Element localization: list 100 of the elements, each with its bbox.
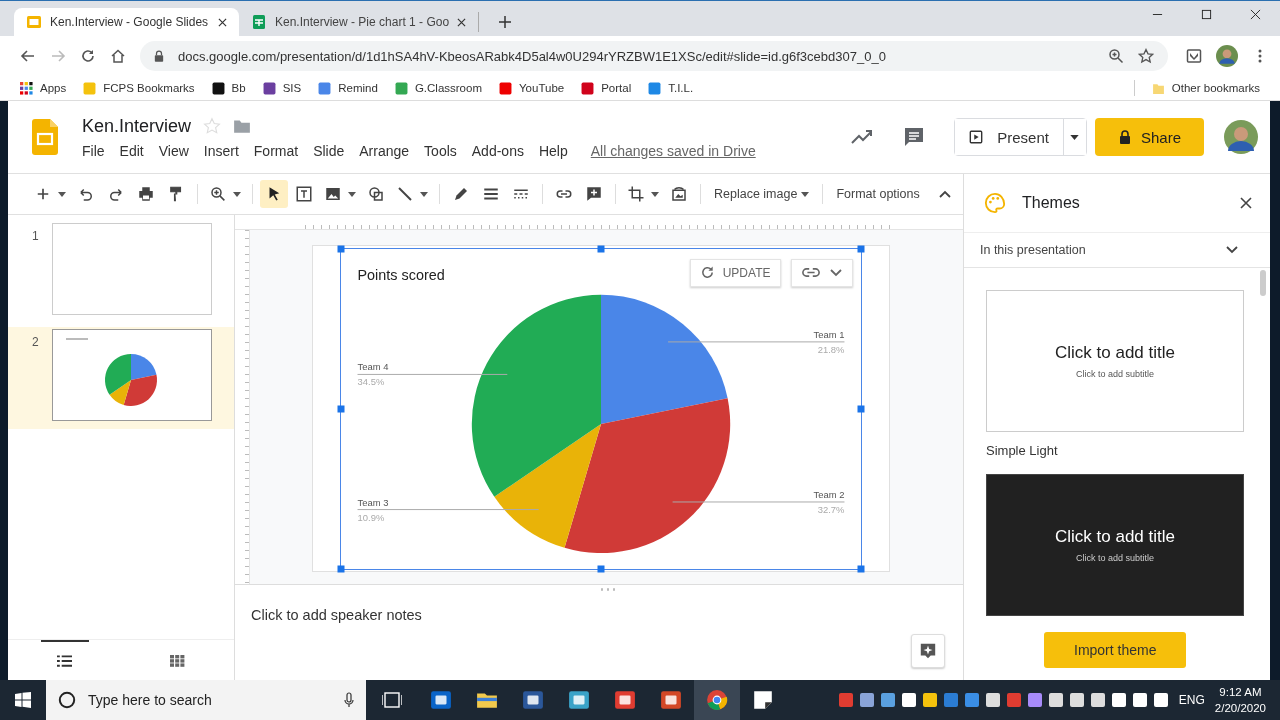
resize-handle[interactable] xyxy=(857,245,864,252)
task-view-icon[interactable] xyxy=(382,692,402,708)
search-field[interactable]: Type here to search xyxy=(86,691,334,709)
menu-item[interactable]: Insert xyxy=(203,142,239,159)
replace-image-dropdown[interactable]: Replace image xyxy=(708,187,816,201)
slide-thumbnail-row[interactable]: 1 xyxy=(8,221,234,323)
menu-item[interactable]: Format xyxy=(253,142,299,159)
bookmark[interactable]: G.Classroom xyxy=(394,81,482,95)
maximize-icon[interactable] xyxy=(1201,9,1212,20)
avatar-icon[interactable] xyxy=(1224,120,1258,154)
theme-preview[interactable]: Click to add title Click to add subtitle xyxy=(986,474,1244,616)
resize-handle[interactable] xyxy=(857,565,864,572)
document-title[interactable]: Ken.Interview xyxy=(82,115,192,137)
update-button[interactable]: UPDATE xyxy=(689,258,781,287)
snagit-app-icon xyxy=(614,689,636,711)
back-icon[interactable] xyxy=(20,48,36,64)
collapse-icon[interactable] xyxy=(939,190,951,198)
lock-icon xyxy=(154,50,164,62)
bookmark[interactable]: T.I.L. xyxy=(648,81,694,95)
theme-filter-dropdown[interactable]: In this presentation xyxy=(964,232,1270,268)
browser-tab[interactable]: Ken.Interview - Google Slides xyxy=(14,8,239,36)
bookmark[interactable]: Portal xyxy=(581,81,632,95)
home-icon[interactable] xyxy=(110,48,126,64)
bookmark-icon xyxy=(394,81,408,95)
play-icon xyxy=(969,130,984,144)
sheets-icon xyxy=(251,14,267,30)
pie-slice[interactable] xyxy=(564,397,730,553)
taskbar-search-bar[interactable]: Type here to search xyxy=(46,680,366,720)
pie-slice[interactable] xyxy=(493,423,601,548)
caret-icon xyxy=(1070,134,1080,140)
legend-label: Team 4 xyxy=(357,360,388,372)
close-icon[interactable] xyxy=(218,17,227,27)
search-icon xyxy=(58,691,76,709)
language-indicator[interactable]: ENG xyxy=(1178,693,1205,707)
resize-handle[interactable] xyxy=(597,565,604,572)
clock-time[interactable]: 9:12 AM xyxy=(1219,684,1262,700)
pie-slice[interactable] xyxy=(600,294,728,424)
resize-handle[interactable] xyxy=(337,565,344,572)
zoom-icon[interactable] xyxy=(1108,48,1124,64)
scrollbar[interactable] xyxy=(1260,270,1266,296)
resize-handle[interactable] xyxy=(597,245,604,252)
caret-icon xyxy=(801,191,810,197)
print-icon xyxy=(137,185,155,203)
menu-item[interactable]: Edit xyxy=(119,142,144,159)
bookmark[interactable]: YouTube xyxy=(499,81,565,95)
menu-item[interactable]: Add-ons xyxy=(471,142,524,159)
select-tool-button[interactable] xyxy=(260,180,288,208)
resize-handle[interactable] xyxy=(337,405,344,412)
textbox-icon xyxy=(295,185,313,203)
bookmark[interactable]: FCPS Bookmarks xyxy=(83,81,195,95)
bookmark[interactable]: Bb xyxy=(211,81,246,95)
explore-button[interactable] xyxy=(911,634,945,668)
menu-item[interactable]: Tools xyxy=(424,142,457,159)
star-icon[interactable] xyxy=(1138,48,1154,64)
browser-tab[interactable]: Ken.Interview - Pie chart 1 - Goo xyxy=(239,12,480,32)
new-tab-icon[interactable] xyxy=(499,16,512,28)
bookmark[interactable]: Apps xyxy=(20,81,67,95)
address-bar[interactable]: docs.google.com/presentation/d/1d1hSA4hV-KbeosARabk4D5al4w0U294rYRZBW1E1XSc/edit#slide=id.g6f3cebd307_0_0 xyxy=(140,41,1168,71)
present-button[interactable]: Present xyxy=(955,119,1064,155)
close-icon[interactable] xyxy=(1240,197,1252,209)
import-theme-button[interactable]: Import theme xyxy=(1044,632,1187,668)
share-button[interactable]: Share xyxy=(1094,118,1204,156)
bookmark-icon xyxy=(499,81,512,95)
percentage-label: 34.5% xyxy=(357,375,384,387)
speaker-notes-field[interactable]: Click to add speaker notes xyxy=(251,607,422,623)
resize-handle[interactable] xyxy=(337,245,344,252)
slide-thumbnail[interactable] xyxy=(52,329,212,421)
caret-icon xyxy=(58,191,66,197)
bookmark[interactable]: Remind xyxy=(318,81,378,95)
menu-item[interactable]: Arrange xyxy=(359,142,410,159)
note-icon xyxy=(752,689,774,711)
avatar-icon[interactable] xyxy=(1216,45,1238,67)
format-options-button[interactable]: Format options xyxy=(830,187,926,201)
menu-item[interactable]: Help xyxy=(538,142,568,159)
reload-icon[interactable] xyxy=(80,48,96,64)
menu-item[interactable]: View xyxy=(158,142,189,159)
legend-label: Team 1 xyxy=(813,328,844,340)
line-icon xyxy=(396,185,414,203)
microphone-icon[interactable] xyxy=(344,692,354,708)
folder-icon[interactable] xyxy=(233,117,252,135)
save-status-link[interactable]: All changes saved in Drive xyxy=(590,142,756,159)
theme-preview[interactable]: Click to add title Click to add subtitle xyxy=(986,290,1244,432)
folder-icon xyxy=(1151,81,1165,95)
close-icon[interactable] xyxy=(457,17,467,27)
slide-thumbnail[interactable] xyxy=(52,223,212,315)
menu-item[interactable]: Slide xyxy=(313,142,345,159)
slide-thumbnail-row[interactable]: 2 xyxy=(8,327,234,429)
bookmark-folder[interactable]: Other bookmarks xyxy=(1151,81,1260,95)
resize-handle[interactable] xyxy=(857,405,864,412)
lock-icon xyxy=(1117,130,1132,144)
refresh-icon xyxy=(699,265,715,280)
bookmark[interactable]: SIS xyxy=(262,81,302,95)
link-options-button[interactable] xyxy=(790,258,853,287)
link-icon xyxy=(801,267,820,278)
crop-icon xyxy=(627,185,645,203)
pie-slice[interactable] xyxy=(471,294,601,497)
close-icon[interactable] xyxy=(1250,9,1261,20)
menu-item[interactable]: File xyxy=(82,142,105,159)
clock-date[interactable]: 2/20/2020 xyxy=(1214,700,1266,716)
start-icon[interactable] xyxy=(15,692,31,708)
